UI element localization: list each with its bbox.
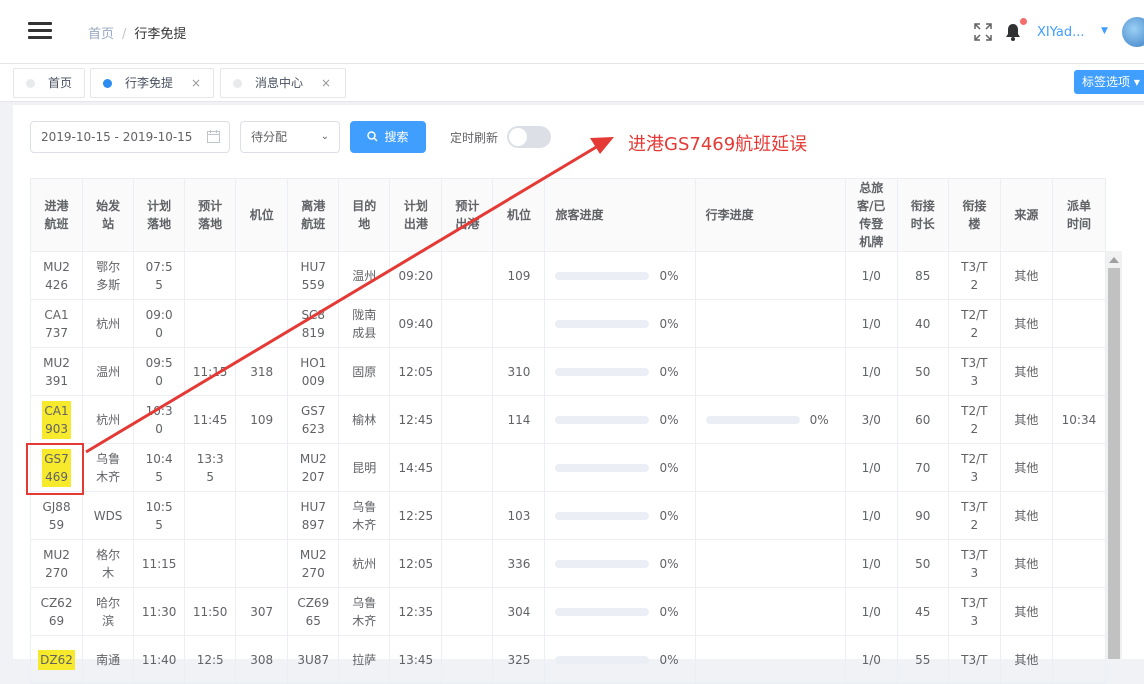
annotation-text: 进港GS7469航班延误 (628, 134, 808, 155)
annotation-arrow (85, 137, 614, 454)
